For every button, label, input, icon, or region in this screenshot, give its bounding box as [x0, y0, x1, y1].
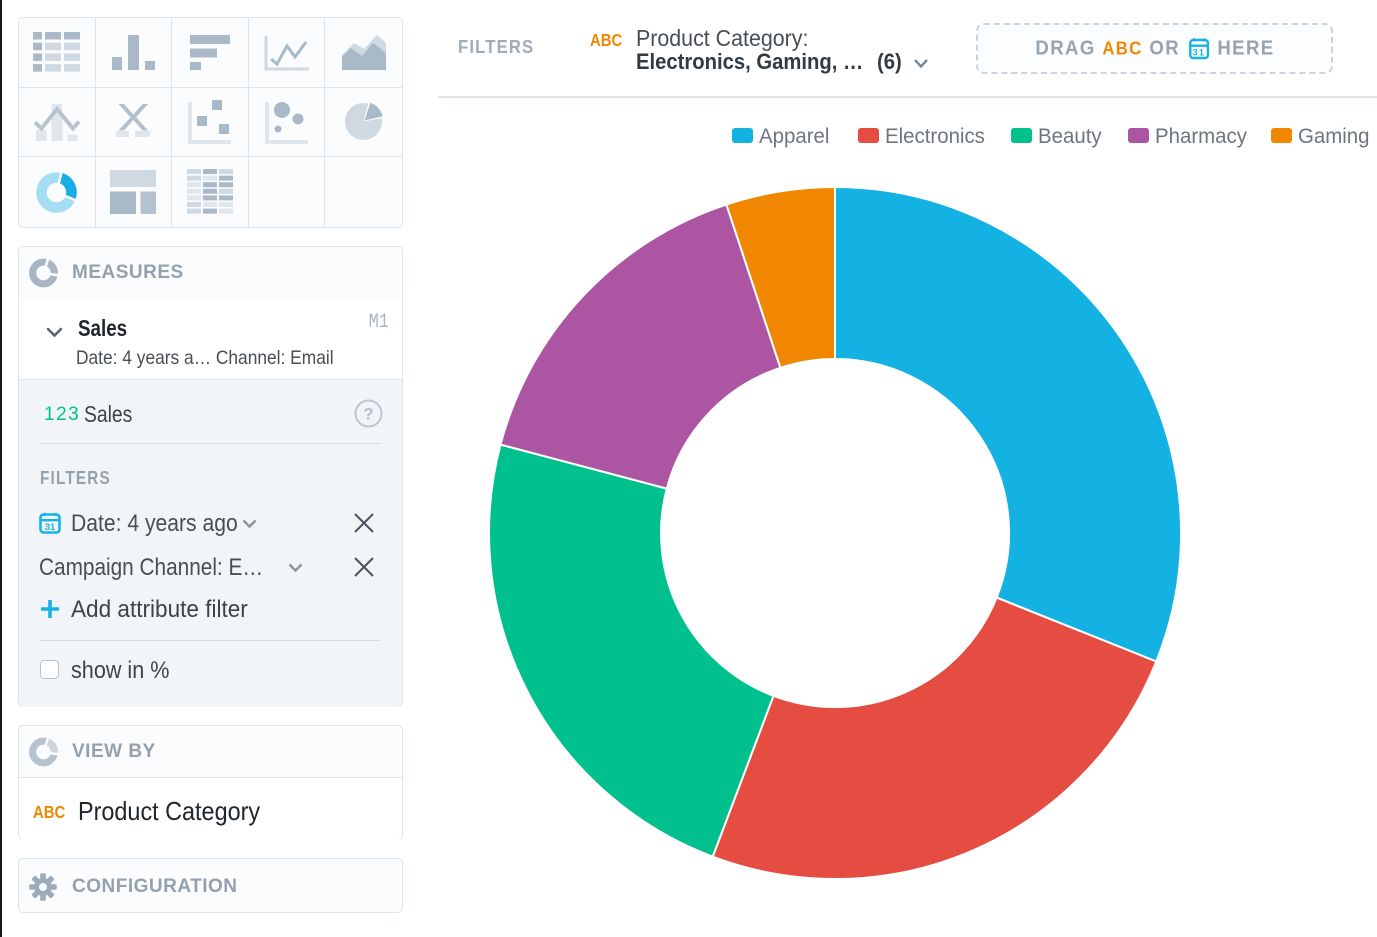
svg-text:?: ?	[363, 405, 373, 424]
svg-text:31: 31	[1192, 47, 1205, 57]
svg-text:31: 31	[45, 522, 56, 533]
